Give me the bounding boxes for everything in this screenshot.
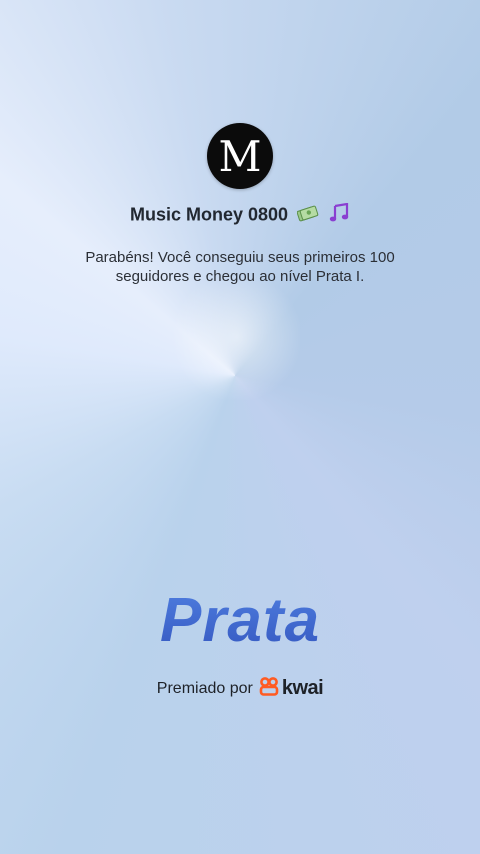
avatar[interactable]: M <box>207 123 273 189</box>
level-title: Prata <box>0 585 480 656</box>
kwai-brand-text: kwai <box>281 677 324 699</box>
award-row: Premiado por kwai <box>0 676 480 701</box>
achievement-message: Parabéns! Você conseguiu seus primeiros … <box>85 249 395 285</box>
account-name: Music Money 0800 <box>129 204 289 225</box>
avatar-letter: M <box>218 132 262 181</box>
money-bills-emoji-icon <box>296 204 319 227</box>
account-name-row: Music Money 0800 <box>0 202 480 228</box>
musical-notes-emoji-icon <box>328 202 350 228</box>
kwai-logo-icon <box>259 676 279 701</box>
award-label: Premiado por <box>156 679 253 697</box>
kwai-logo: kwai <box>259 676 324 701</box>
